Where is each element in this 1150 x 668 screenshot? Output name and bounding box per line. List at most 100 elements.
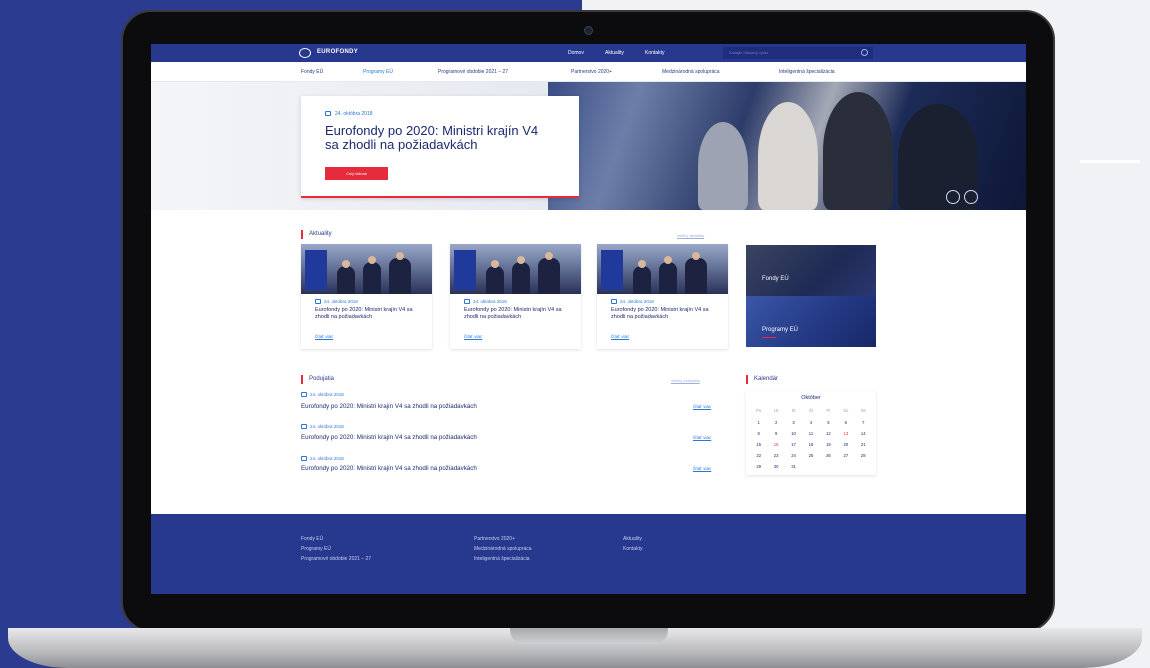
calendar-week: 8 9 10 11 12 13 14 <box>750 431 872 436</box>
calendar-day-highlighted[interactable]: 16 <box>767 442 784 447</box>
calendar-day[interactable]: 9 <box>767 431 784 436</box>
calendar-day[interactable]: 24 <box>785 453 802 458</box>
calendar-day[interactable]: 28 <box>855 453 872 458</box>
news-person-head <box>517 256 525 264</box>
calendar-day <box>802 464 819 469</box>
slider-next-button[interactable] <box>964 190 978 204</box>
calendar-day[interactable]: 27 <box>837 453 854 458</box>
tile-fondy-eu[interactable]: Fondy EÚ <box>746 245 876 296</box>
all-events-link[interactable]: všetky podujatia <box>671 378 700 383</box>
laptop-notch <box>510 628 668 644</box>
search-input[interactable]: Zadajte hľadaný výraz <box>723 47 873 59</box>
calendar-icon <box>301 456 307 462</box>
event-date: 24. októbra 2018 <box>301 424 344 430</box>
footer-link[interactable]: Inteligentná špecializácia <box>474 556 530 562</box>
calendar-day[interactable]: 18 <box>802 442 819 447</box>
eu-flag <box>601 250 623 290</box>
calendar-day[interactable]: 14 <box>855 431 872 436</box>
footer-link[interactable]: Fondy EÚ <box>301 536 323 542</box>
calendar-day[interactable]: 7 <box>855 420 872 425</box>
logo-icon[interactable] <box>299 48 311 58</box>
read-more-link[interactable]: čítať viac <box>693 404 711 409</box>
secnav-item-programove-obdobie[interactable]: Programové obdobie 2021 – 27 <box>438 69 508 75</box>
footer-link[interactable]: Programy EÚ <box>301 546 331 552</box>
top-nav-contacts[interactable]: Kontakty <box>645 50 664 56</box>
top-nav-home[interactable]: Domov <box>568 50 584 56</box>
read-more-link[interactable]: čítať viac <box>693 466 711 471</box>
calendar-day[interactable]: 19 <box>820 442 837 447</box>
calendar-week: 22 23 24 25 26 27 28 <box>750 453 872 458</box>
news-card[interactable]: 24. októbra 2018 Eurofondy po 2020: Mini… <box>301 244 432 349</box>
brand-name[interactable]: EUROFONDY <box>317 49 358 55</box>
calendar-day[interactable]: 11 <box>802 431 819 436</box>
calendar-day[interactable]: 4 <box>802 420 819 425</box>
secnav-item-partnerstvo[interactable]: Partnerstvo 2020+ <box>571 69 612 75</box>
news-person <box>389 258 411 294</box>
calendar-day[interactable]: 21 <box>855 442 872 447</box>
calendar-day-highlighted[interactable]: 13 <box>837 431 854 436</box>
tile-programy-eu[interactable]: Programy EÚ <box>746 296 876 347</box>
decor-line <box>1080 160 1140 163</box>
news-title[interactable]: Eurofondy po 2020: Ministri krajín V4 sa… <box>464 307 574 321</box>
calendar-day[interactable]: 12 <box>820 431 837 436</box>
event-date-text: 24. októbra 2018 <box>310 456 344 461</box>
read-more-link[interactable]: čítať viac <box>611 334 629 339</box>
read-more-link[interactable]: čítať viac <box>464 334 482 339</box>
read-more-link[interactable]: čítať viac <box>315 334 333 339</box>
event-date-text: 24. októbra 2018 <box>310 424 344 429</box>
calendar-day[interactable]: 20 <box>837 442 854 447</box>
calendar-day[interactable]: 10 <box>785 431 802 436</box>
slider-prev-button[interactable] <box>946 190 960 204</box>
calendar-day[interactable]: 26 <box>820 453 837 458</box>
read-article-button[interactable]: Celý článok <box>325 167 388 180</box>
secnav-item-programy-eu[interactable]: Programy EÚ <box>363 69 393 75</box>
event-title[interactable]: Eurofondy po 2020: Ministri krajín V4 sa… <box>301 465 477 472</box>
calendar-day[interactable]: 3 <box>785 420 802 425</box>
footer-link[interactable]: Kontakty <box>623 546 642 552</box>
all-news-link[interactable]: všetky aktuality <box>677 233 704 238</box>
calendar-day[interactable]: 22 <box>750 453 767 458</box>
news-person <box>512 262 530 294</box>
read-more-link[interactable]: čítať viac <box>693 435 711 440</box>
hero-title[interactable]: Eurofondy po 2020: Ministri krajín V4 sa… <box>325 124 555 152</box>
calendar-day[interactable]: 30 <box>767 464 784 469</box>
hero-person <box>758 102 818 210</box>
calendar-day[interactable]: 17 <box>785 442 802 447</box>
top-nav-news[interactable]: Aktuality <box>605 50 624 56</box>
calendar-day[interactable]: 2 <box>767 420 784 425</box>
event-title[interactable]: Eurofondy po 2020: Ministri krajín V4 sa… <box>301 434 477 441</box>
news-person-head <box>342 260 350 268</box>
calendar-day[interactable]: 6 <box>837 420 854 425</box>
event-title[interactable]: Eurofondy po 2020: Ministri krajín V4 sa… <box>301 403 477 410</box>
calendar-day[interactable]: 8 <box>750 431 767 436</box>
hero-date-text: 24. októbra 2018 <box>335 111 373 117</box>
calendar-day[interactable]: 29 <box>750 464 767 469</box>
secondary-nav: Fondy EÚ Programy EÚ Programové obdobie … <box>151 62 1026 82</box>
news-image <box>450 244 581 294</box>
news-title[interactable]: Eurofondy po 2020: Ministri krajín V4 sa… <box>315 307 425 321</box>
secnav-item-fondy-eu[interactable]: Fondy EÚ <box>301 69 323 75</box>
calendar-day[interactable]: 5 <box>820 420 837 425</box>
secnav-item-medzinarodna-spolupraca[interactable]: Medzinárodná spolupráca <box>662 69 720 75</box>
news-person-head <box>692 252 700 260</box>
footer: Fondy EÚ Programy EÚ Programové obdobie … <box>151 514 1026 594</box>
calendar-week: 29 30 31 <box>750 464 872 469</box>
calendar-day[interactable]: 25 <box>802 453 819 458</box>
tile-label: Programy EÚ <box>762 327 799 333</box>
news-card[interactable]: 24. októbra 2018 Eurofondy po 2020: Mini… <box>450 244 581 349</box>
footer-link[interactable]: Medzinárodná spolupráca <box>474 546 532 552</box>
news-card[interactable]: 24. októbra 2018 Eurofondy po 2020: Mini… <box>597 244 728 349</box>
news-person-head <box>491 260 499 268</box>
calendar-day[interactable]: 15 <box>750 442 767 447</box>
footer-link[interactable]: Aktuality <box>623 536 642 542</box>
hero-person <box>698 122 748 210</box>
footer-link[interactable]: Partnerstvo 2020+ <box>474 536 515 542</box>
search-icon[interactable] <box>861 49 868 56</box>
calendar-day[interactable]: 1 <box>750 420 767 425</box>
news-title[interactable]: Eurofondy po 2020: Ministri krajín V4 sa… <box>611 307 721 321</box>
calendar-day[interactable]: 23 <box>767 453 784 458</box>
calendar-day[interactable]: 31 <box>785 464 802 469</box>
footer-link[interactable]: Programové obdobie 2021 – 27 <box>301 556 371 562</box>
secnav-item-inteligentna-specializacia[interactable]: Inteligentná špecializácia <box>779 69 835 75</box>
weekday: St <box>791 408 796 413</box>
